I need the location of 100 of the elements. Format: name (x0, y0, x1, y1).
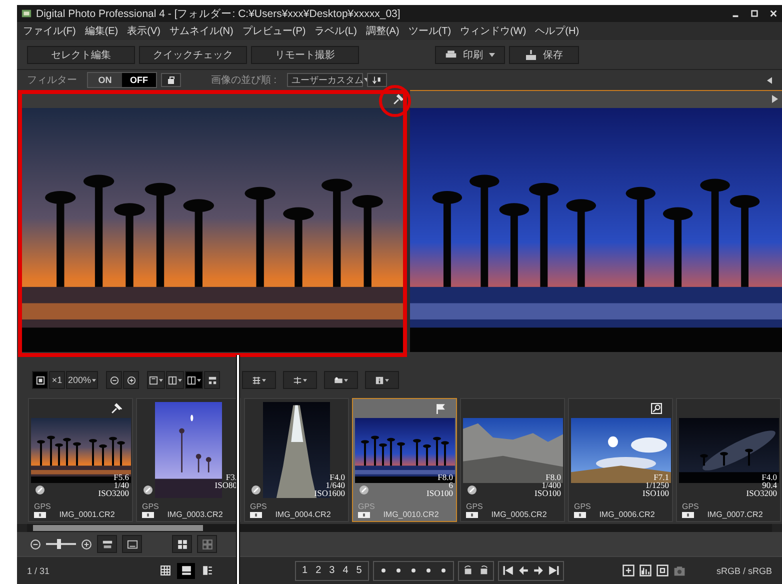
focus-icon[interactable] (656, 564, 669, 577)
rating-button[interactable]: 5 (354, 565, 364, 576)
menu-item[interactable]: ラベル(L) (314, 24, 357, 38)
grid-view-button[interactable] (172, 535, 192, 553)
gps-label: GPS (682, 502, 699, 511)
caret-icon (159, 378, 164, 382)
toggle-option[interactable]: OFF (122, 73, 156, 87)
zoom-in-button[interactable] (123, 371, 140, 389)
zoom-in-icon[interactable] (81, 538, 92, 550)
gps-label: GPS (250, 502, 267, 511)
scrollbar[interactable] (27, 524, 772, 532)
raw-tag-icon (358, 512, 370, 518)
histogram-icon[interactable] (638, 564, 652, 577)
dot-icon[interactable] (410, 568, 416, 573)
thumbnail-card[interactable]: F8.0 1/400 ISO100 GPS IMG_0005.CR2 (460, 398, 565, 522)
expand-icon[interactable] (772, 95, 778, 103)
lock-button[interactable] (161, 73, 181, 87)
menu-item[interactable]: 表示(V) (127, 24, 160, 38)
grid-dropdown[interactable] (242, 371, 276, 389)
menu-item[interactable]: サムネイル(N) (169, 24, 234, 38)
sort-label: 画像の並び順 : (211, 74, 277, 87)
collapse-icon[interactable] (767, 76, 772, 84)
first-icon[interactable] (502, 565, 514, 576)
previous-icon[interactable] (518, 565, 529, 576)
aperture-text: F8.0 (438, 473, 453, 481)
dot-icon[interactable] (426, 568, 431, 573)
gps-label: GPS (466, 502, 483, 511)
color-space: sRGB / sRGB (716, 566, 772, 576)
save-icon (525, 50, 537, 60)
toolbar-button[interactable]: クイックチェック (139, 46, 247, 64)
toolbar-button[interactable]: リモート撮影 (251, 46, 359, 64)
zoom-out-button[interactable] (106, 371, 122, 389)
file-name: IMG_0001.CR2 (59, 510, 115, 519)
actual-size-button[interactable]: ×1 (49, 371, 65, 389)
fit-button[interactable] (32, 371, 48, 389)
dot-icon[interactable] (440, 568, 446, 573)
slider-thumb[interactable] (56, 539, 61, 549)
maximize-icon[interactable] (750, 9, 759, 18)
layout-button[interactable] (166, 371, 184, 389)
rating-button[interactable]: 2 (314, 565, 324, 576)
raw-button[interactable] (97, 535, 117, 553)
adjust-icon[interactable] (622, 564, 635, 577)
print-button[interactable]: 印刷 (435, 46, 505, 64)
rating-button[interactable]: 3 (327, 565, 337, 576)
caret-icon (178, 378, 182, 382)
thumbnail-card[interactable]: F4.0 90.4 ISO3200 GPS IMG_0007.CR2 (676, 398, 781, 522)
aperture-text: F4.0 (762, 473, 777, 481)
menu-item[interactable]: ファイル(F) (23, 24, 76, 38)
rotate-left-icon[interactable] (462, 565, 474, 576)
file-name: IMG_0007.CR2 (707, 510, 763, 519)
shutter-text: 6 (448, 481, 453, 489)
menu-item[interactable]: 編集(E) (84, 24, 118, 38)
toggle-option[interactable]: ON (88, 73, 122, 87)
gps-label: GPS (358, 502, 375, 511)
menu-item[interactable]: ヘルプ(H) (535, 24, 580, 38)
raw-tag-icon (34, 512, 46, 518)
dot-icon[interactable] (396, 568, 401, 573)
scroll-thumb[interactable] (33, 525, 203, 531)
size-slider[interactable] (46, 539, 76, 549)
rating-button[interactable]: 1 (300, 565, 310, 576)
save-button[interactable]: 保存 (509, 46, 579, 64)
menu-item[interactable]: ツール(T) (408, 24, 452, 38)
file-name: IMG_0003.CR2 (167, 510, 223, 519)
grid-icon (252, 376, 262, 384)
caret-icon (385, 378, 390, 382)
info-dropdown[interactable] (365, 371, 400, 389)
next-icon[interactable] (532, 565, 544, 576)
raw-tag-icon (466, 512, 478, 518)
aperture-text: F3. (226, 473, 237, 481)
layout-icon (168, 376, 178, 384)
dot-icon[interactable] (380, 568, 386, 573)
close-icon[interactable] (769, 9, 778, 18)
thumbnail-card[interactable]: F8.0 6 ISO100 GPS IMG_0010.CR2 (352, 398, 457, 522)
menu-item[interactable]: ウィンドウ(W) (460, 24, 526, 38)
zoom-out-icon[interactable] (30, 538, 41, 550)
sort-order-button[interactable] (366, 73, 387, 87)
caret-icon (262, 378, 266, 382)
menu-item[interactable]: 調整(A) (366, 24, 400, 38)
compare-button[interactable] (204, 371, 220, 389)
toolbar-button[interactable]: セレクト編集 (27, 46, 135, 64)
highlight-dropdown[interactable] (324, 371, 358, 389)
last-icon[interactable] (548, 565, 559, 576)
aperture-text: F4.0 (330, 473, 345, 481)
image-icon (334, 376, 344, 384)
layout-button[interactable] (185, 371, 204, 389)
iso-text: ISO3200 (98, 489, 129, 497)
compare-icon (208, 376, 217, 384)
pin-icon[interactable] (393, 94, 404, 105)
thumbnail-card[interactable]: F5.6 1/40 ISO3200 GPS IMG_0001.CR2 (28, 398, 133, 522)
frame-button[interactable] (122, 535, 142, 553)
rating-button[interactable]: 4 (340, 565, 350, 576)
thumbnail-card[interactable]: F7.1 1/1250 ISO100 GPS IMG_0006.CR2 (568, 398, 673, 522)
view-mode-button[interactable] (176, 562, 196, 580)
grid-icon (202, 538, 212, 550)
thumbnail-card[interactable]: F4.0 1/640 ISO1600 GPS IMG_0004.CR2 (244, 398, 349, 522)
guides-dropdown[interactable] (283, 371, 318, 389)
menu-item[interactable]: プレビュー(P) (242, 24, 306, 38)
zoom-dropdown[interactable]: 200% (66, 371, 98, 389)
layout-button[interactable] (147, 371, 166, 389)
file-name: IMG_0004.CR2 (275, 510, 331, 519)
